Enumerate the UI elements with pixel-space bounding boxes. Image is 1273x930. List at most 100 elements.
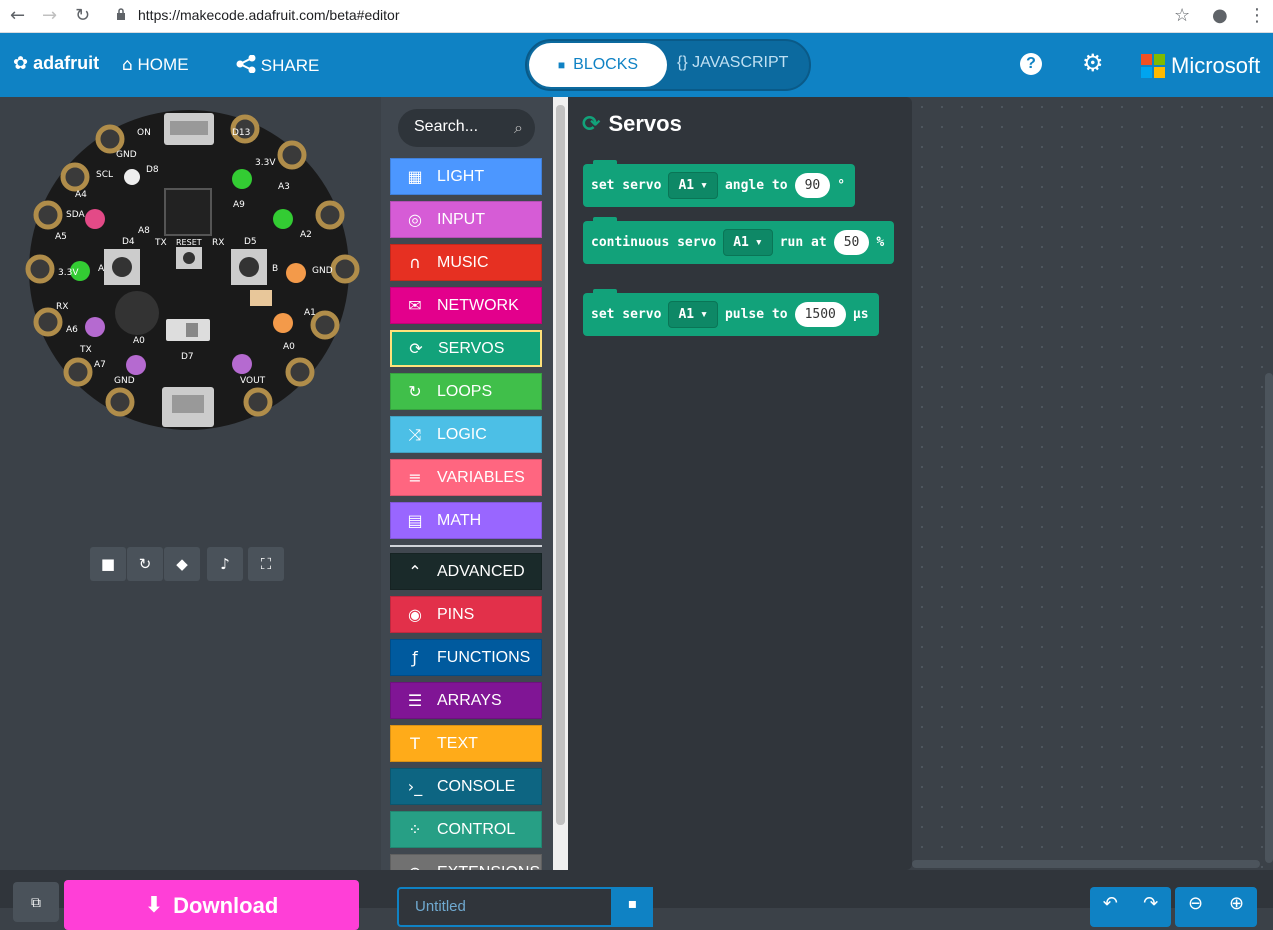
pin-dropdown[interactable]: A1 ▾	[668, 172, 718, 199]
pin-icon: ◉	[408, 605, 422, 624]
zoom-in-icon[interactable]: ⊕	[1229, 893, 1244, 927]
toolbox-divider	[390, 545, 542, 547]
label-reset: RESET	[176, 238, 202, 247]
blocks-workspace[interactable]	[912, 97, 1273, 870]
debug-icon[interactable]: ◆	[164, 547, 200, 581]
servo-block[interactable]: set servo A1 ▾ pulse to 1500 μs	[583, 289, 879, 336]
loop-icon: ↻	[408, 382, 422, 401]
label-a2: A2	[300, 230, 312, 240]
label-a4: A4	[75, 190, 87, 200]
collapse-simulator-button[interactable]: ⧉	[13, 882, 59, 922]
redo-icon[interactable]: ↷	[1143, 893, 1158, 927]
category-light[interactable]: ▦ LIGHT	[390, 158, 542, 195]
forward-icon[interactable]: →	[42, 5, 57, 26]
label-a9: A9	[233, 200, 245, 210]
home-button[interactable]: ⌂ HOME	[122, 55, 189, 75]
block-text: continuous servo	[591, 235, 717, 250]
pin-value: A1	[733, 235, 749, 250]
profile-icon[interactable]: ●	[1212, 5, 1228, 26]
label-a3: A3	[278, 182, 290, 192]
share-button[interactable]: SHARE	[236, 54, 319, 76]
restart-icon[interactable]: ↻	[127, 547, 163, 581]
block-text: run at	[779, 235, 827, 250]
logo-text: adafruit	[33, 53, 100, 73]
back-icon[interactable]: ←	[10, 5, 25, 26]
number-input[interactable]: 90	[794, 173, 831, 198]
category-label: ARRAYS	[437, 691, 502, 709]
address-bar[interactable]: https://makecode.adafruit.com/beta#edito…	[138, 7, 399, 23]
chevron-up-icon: ⌃	[408, 562, 422, 581]
pin-dropdown[interactable]: A1 ▾	[723, 229, 773, 256]
adafruit-logo[interactable]: ✿ adafruit	[13, 53, 99, 74]
category-network[interactable]: ✉ NETWORK	[390, 287, 542, 324]
category-label: MUSIC	[437, 253, 489, 271]
servo-block[interactable]: continuous servo A1 ▾ run at 50%	[583, 217, 895, 264]
category-advanced[interactable]: ⌃ ADVANCED	[390, 553, 542, 590]
search-input[interactable]: Search... ⌕	[398, 109, 535, 147]
category-input[interactable]: ◎ INPUT	[390, 201, 542, 238]
category-functions[interactable]: ƒ FUNCTIONS	[390, 639, 542, 676]
microsoft-label: Microsoft	[1171, 53, 1261, 78]
block-notch	[593, 289, 617, 295]
category-servos[interactable]: ⟳ SERVOS	[390, 330, 542, 367]
category-label: LOGIC	[437, 425, 487, 443]
category-logic[interactable]: ⤨ LOGIC	[390, 416, 542, 453]
category-music[interactable]: ∩ MUSIC	[390, 244, 542, 281]
blocks-tab[interactable]: ■ BLOCKS	[529, 43, 667, 87]
home-label: HOME	[137, 55, 189, 74]
microsoft-logo[interactable]: Microsoft	[1141, 53, 1260, 79]
toolbox-scroll-thumb[interactable]	[556, 105, 565, 825]
category-arrays[interactable]: ☰ ARRAYS	[390, 682, 542, 719]
label-3v3-right: 3.3V	[255, 158, 276, 168]
label-d7: D7	[181, 352, 194, 362]
servo-block[interactable]: set servo A1 ▾ angle to 90 °	[583, 160, 856, 207]
help-icon[interactable]: ?	[1020, 53, 1042, 75]
javascript-tab[interactable]: {} JAVASCRIPT	[677, 54, 788, 72]
category-text[interactable]: T TEXT	[390, 725, 542, 762]
label-a7: A7	[94, 360, 106, 370]
star-icon[interactable]: ☆	[1174, 5, 1190, 26]
project-name-input[interactable]: Untitled	[397, 887, 613, 927]
grid-icon: ▦	[407, 167, 423, 186]
category-label: TEXT	[437, 734, 478, 752]
label-d5: D5	[244, 237, 257, 247]
label-a6: A6	[66, 325, 78, 335]
workspace-v-scrollbar[interactable]	[1265, 373, 1273, 863]
category-variables[interactable]: ≡ VARIABLES	[390, 459, 542, 496]
servos-flyout: ⟳ Servos set servo A1 ▾ angle to 90 ° continuo…	[568, 97, 912, 870]
label-d4: D4	[122, 237, 135, 247]
number-input[interactable]: 1500	[794, 302, 846, 327]
menu-icon[interactable]: ⋮	[1248, 5, 1266, 26]
category-label: VARIABLES	[437, 468, 525, 486]
category-console[interactable]: ›_ CONSOLE	[390, 768, 542, 805]
download-button[interactable]: ⬇ Download	[64, 880, 359, 930]
category-control[interactable]: ⁘ CONTROL	[390, 811, 542, 848]
category-pins[interactable]: ◉ PINS	[390, 596, 542, 633]
toolbox-scrollbar[interactable]	[553, 97, 568, 870]
undo-icon[interactable]: ↶	[1103, 893, 1118, 927]
blocks-label: BLOCKS	[573, 56, 639, 73]
block-notch	[593, 217, 617, 223]
label-d13: D13	[232, 128, 250, 138]
circuit-playground-board[interactable]: ON D13 D8 GND SCL A4 SDA A5 3.3V 3.3V A3…	[0, 97, 381, 447]
number-input[interactable]: 50	[833, 230, 870, 255]
workspace-h-scrollbar[interactable]	[912, 860, 1260, 868]
stop-icon[interactable]: ■	[90, 547, 126, 581]
label-rx-left: RX	[56, 302, 68, 312]
category-math[interactable]: ▤ MATH	[390, 502, 542, 539]
flower-icon: ✿	[13, 53, 29, 74]
console-icon: ›_	[407, 777, 423, 796]
gear-icon[interactable]: ⚙	[1082, 49, 1104, 77]
volume-icon[interactable]: ♪	[207, 547, 243, 581]
function-icon: ƒ	[412, 648, 418, 667]
pin-dropdown[interactable]: A1 ▾	[668, 301, 718, 328]
category-loops[interactable]: ↻ LOOPS	[390, 373, 542, 410]
reload-icon[interactable]: ↻	[75, 5, 90, 26]
save-icon[interactable]: ▪	[612, 887, 653, 927]
pin-value: A1	[678, 307, 695, 322]
search-icon[interactable]: ⌕	[514, 118, 523, 138]
home-icon: ⌂	[122, 55, 133, 75]
label-tx: TX	[154, 238, 167, 248]
zoom-out-icon[interactable]: ⊖	[1188, 893, 1203, 927]
fullscreen-icon[interactable]: ⛶	[248, 547, 284, 581]
